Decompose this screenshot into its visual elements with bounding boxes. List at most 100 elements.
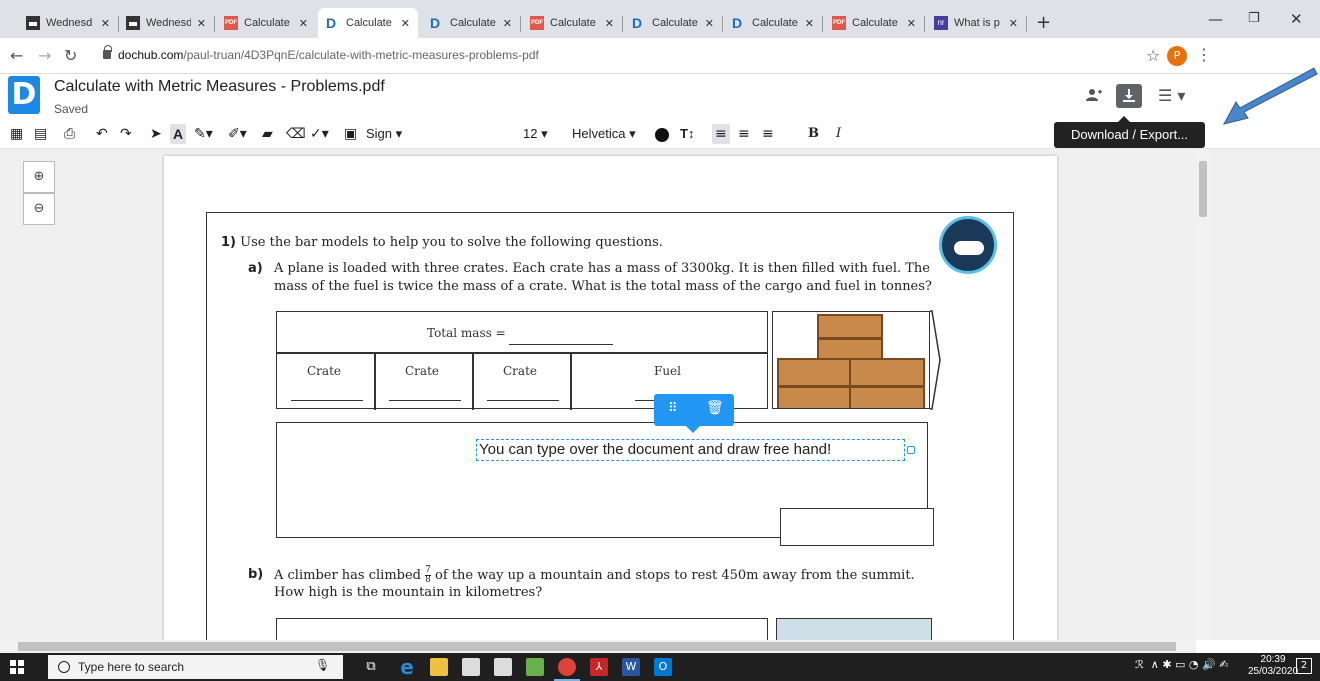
drag-handle-icon[interactable]: ⠿ xyxy=(668,401,678,416)
color-picker-dot[interactable] xyxy=(655,128,669,142)
fraction: 78 xyxy=(425,566,431,585)
zoom-in-icon[interactable]: ⊕ xyxy=(23,161,55,193)
tab-title: Calculate xyxy=(852,17,898,29)
window-close-icon[interactable]: ✕ xyxy=(1290,10,1303,28)
add-user-icon[interactable] xyxy=(1086,88,1102,106)
tab-calculate-dochub-4[interactable]: D Calculate ✕ xyxy=(724,8,822,38)
bar-cell-crate: Crate xyxy=(503,364,537,378)
close-icon[interactable]: ✕ xyxy=(1009,17,1018,30)
notification-center-icon[interactable]: 2 xyxy=(1296,658,1312,674)
horizontal-scroll-thumb[interactable] xyxy=(18,642,1176,651)
redo-icon[interactable]: ↷ xyxy=(120,124,132,144)
chrome-icon[interactable] xyxy=(554,658,580,681)
align-left-icon[interactable]: ≡ xyxy=(712,124,730,144)
clock[interactable]: 20:39 25/03/2020 xyxy=(1248,654,1298,678)
eraser-icon[interactable]: ⌫ xyxy=(286,124,306,144)
align-center-icon[interactable]: ≡ xyxy=(738,124,750,144)
grid-view-icon[interactable]: ▦ xyxy=(10,124,23,144)
undo-icon[interactable]: ↶ xyxy=(96,124,108,144)
align-right-icon[interactable]: ≡ xyxy=(762,124,774,144)
tab-calculate-dochub-3[interactable]: D Calculate ✕ xyxy=(624,8,722,38)
restore-icon[interactable]: ❐ xyxy=(1248,11,1260,26)
back-icon[interactable]: ← xyxy=(10,46,23,65)
dochub-logo[interactable]: D xyxy=(8,76,40,114)
question-a: a) xyxy=(248,260,263,278)
tab-calculate-pdf-2[interactable]: PDF Calculate ✕ xyxy=(522,8,622,38)
close-icon[interactable]: ✕ xyxy=(503,17,512,30)
store-icon[interactable] xyxy=(462,658,480,676)
comment-icon[interactable]: ▰ xyxy=(262,124,273,144)
final-answer-box[interactable] xyxy=(780,508,934,546)
question-b-text-pre: A climber has climbed xyxy=(274,568,421,583)
dochub-icon: D xyxy=(326,15,337,31)
bar-model-b xyxy=(276,618,768,640)
tab-calculate-pdf-3[interactable]: PDF Calculate ✕ xyxy=(824,8,924,38)
text-size-icon[interactable]: T↕ xyxy=(680,124,694,144)
text-tool-button[interactable]: A xyxy=(170,124,187,144)
question-b: b) xyxy=(248,566,263,584)
tab-wednesday-2[interactable]: Wednesd ✕ xyxy=(118,8,214,38)
taskbar-search-input[interactable]: Type here to search xyxy=(48,655,343,679)
crates-image xyxy=(772,311,930,409)
word-icon[interactable]: W xyxy=(622,658,640,676)
question-a-label: a) xyxy=(248,261,263,276)
close-icon[interactable]: ✕ xyxy=(101,17,110,30)
bar-cell-crate: Crate xyxy=(307,364,341,378)
edge-icon[interactable]: e xyxy=(398,657,416,677)
image-insert-icon[interactable]: ▣ xyxy=(344,124,357,144)
select-pointer-icon[interactable]: ➤ xyxy=(150,124,162,144)
close-icon[interactable]: ✕ xyxy=(705,17,714,30)
close-icon[interactable]: ✕ xyxy=(197,17,206,30)
pdf-page[interactable]: 1) Use the bar models to help you to sol… xyxy=(164,156,1057,640)
highlighter-icon[interactable]: ✐▾ xyxy=(228,124,247,144)
minimize-icon[interactable]: — xyxy=(1208,10,1223,28)
zoom-out-icon[interactable]: ⊖ xyxy=(23,193,55,225)
pen-icon[interactable]: ✎▾ xyxy=(194,124,213,144)
clock-time: 20:39 xyxy=(1260,654,1286,665)
tab-what-is[interactable]: nr What is p ✕ xyxy=(926,8,1026,38)
bold-button[interactable]: B xyxy=(808,124,819,144)
file-explorer-icon[interactable] xyxy=(430,658,448,676)
system-tray[interactable]: ℛ ∧ ✱ ▭ ◔ 🔊 ✍ xyxy=(1135,658,1228,671)
tab-calculate-active[interactable]: D Calculate ✕ xyxy=(318,8,418,38)
new-tab-button[interactable]: + xyxy=(1036,12,1051,33)
acrobat-icon[interactable]: ⅄ xyxy=(590,658,608,676)
vertical-scroll-thumb[interactable] xyxy=(1199,161,1207,217)
document-title[interactable]: Calculate with Metric Measures - Problem… xyxy=(54,78,385,96)
download-button[interactable] xyxy=(1116,84,1142,108)
tab-wednesday-1[interactable]: Wednesd ✕ xyxy=(18,8,118,38)
italic-button[interactable]: I xyxy=(836,124,841,144)
check-icon[interactable]: ✓▾ xyxy=(310,124,329,144)
browser-menu-icon[interactable]: ⋮ xyxy=(1196,45,1212,64)
app-icon[interactable] xyxy=(526,658,544,676)
outlook-icon[interactable]: O xyxy=(654,658,672,676)
vertical-scrollbar[interactable] xyxy=(1196,149,1210,640)
mail-icon[interactable] xyxy=(494,658,512,676)
close-icon[interactable]: ✕ xyxy=(401,17,410,30)
font-size-select[interactable]: 12 ▾ xyxy=(523,124,548,144)
tab-calculate-pdf-1[interactable]: PDF Calculate ✕ xyxy=(216,8,316,38)
hamburger-menu-icon[interactable]: ☰ ▾ xyxy=(1158,86,1185,105)
font-family-select[interactable]: Helvetica ▾ xyxy=(572,124,636,144)
windows-start-icon[interactable] xyxy=(10,660,24,674)
horizontal-scrollbar[interactable] xyxy=(0,640,1196,653)
tab-title: Wednesd xyxy=(146,17,191,29)
close-icon[interactable]: ✕ xyxy=(605,17,614,30)
close-icon[interactable]: ✕ xyxy=(805,17,814,30)
bookmark-star-icon[interactable]: ☆ xyxy=(1146,46,1160,65)
sign-button[interactable]: Sign ▾ xyxy=(366,124,402,144)
reload-icon[interactable]: ↻ xyxy=(64,46,77,65)
trash-icon[interactable]: 🗑 xyxy=(706,400,724,416)
print-icon[interactable]: ⎙ xyxy=(64,124,75,144)
forward-icon[interactable]: → xyxy=(38,46,51,65)
resize-handle[interactable] xyxy=(907,446,915,454)
task-view-icon[interactable]: ⧉ xyxy=(362,658,380,676)
close-icon[interactable]: ✕ xyxy=(299,17,308,30)
close-icon[interactable]: ✕ xyxy=(907,17,916,30)
url-field[interactable]: dochub.com/paul-truan/4D3PqnE/calculate-… xyxy=(118,48,539,62)
profile-avatar[interactable]: P xyxy=(1167,46,1187,66)
microphone-icon[interactable]: 🎙 xyxy=(315,658,330,672)
tab-calculate-dochub-2[interactable]: D Calculate ✕ xyxy=(422,8,520,38)
page-list-icon[interactable]: ▤ xyxy=(34,124,47,144)
free-text-annotation[interactable]: You can type over the document and draw … xyxy=(476,439,905,461)
